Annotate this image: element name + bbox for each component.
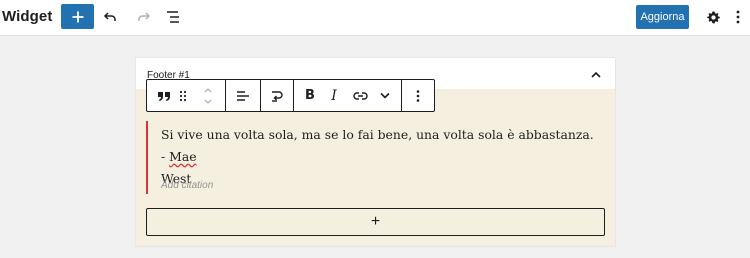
add-block-appender[interactable]: +	[146, 208, 605, 236]
link-button[interactable]	[348, 80, 372, 111]
settings-button[interactable]	[703, 7, 723, 27]
block-options-button[interactable]	[403, 80, 433, 111]
block-toolbar: B I	[146, 79, 435, 112]
quote-text[interactable]: Si vive una volta sola, ma se lo fai ben…	[161, 124, 601, 190]
move-up-down-button[interactable]	[197, 80, 219, 111]
chevron-down-icon	[380, 92, 390, 99]
transform-button[interactable]	[262, 80, 292, 111]
transform-icon	[272, 90, 283, 102]
quote-border	[146, 121, 148, 194]
quote-icon	[158, 91, 170, 101]
more-formatting-button[interactable]	[375, 80, 395, 111]
list-view-icon	[167, 11, 179, 23]
bold-button[interactable]: B	[299, 80, 321, 111]
toolbar-divider	[260, 80, 261, 111]
redo-icon	[138, 12, 151, 21]
italic-button[interactable]: I	[324, 80, 344, 111]
more-options-icon	[416, 89, 420, 102]
redo-button[interactable]	[134, 7, 154, 27]
move-up-down-icon	[204, 87, 212, 104]
undo-button[interactable]	[100, 7, 120, 27]
add-block-button[interactable]	[61, 4, 94, 29]
quote-text-main: Si vive una volta sola, ma se lo fai ben…	[161, 127, 594, 164]
quote-author-first: Mae	[169, 149, 197, 164]
undo-icon	[103, 12, 116, 21]
align-icon	[237, 90, 249, 101]
drag-handle[interactable]	[175, 80, 191, 111]
options-button[interactable]	[728, 7, 748, 27]
chevron-up-icon	[591, 71, 601, 78]
page-title: Widget	[2, 8, 53, 25]
toolbar-divider	[225, 80, 226, 111]
toolbar-divider	[401, 80, 402, 111]
gear-icon	[706, 10, 720, 23]
toolbar-divider	[293, 80, 294, 111]
editor-header: Widget Aggiorna	[0, 0, 750, 36]
collapse-toggle[interactable]	[589, 68, 603, 82]
align-button[interactable]	[227, 80, 259, 111]
citation-placeholder[interactable]: Add citation	[161, 180, 213, 191]
list-view-button[interactable]	[163, 7, 183, 27]
link-icon	[352, 91, 368, 100]
drag-handle-icon	[179, 90, 187, 101]
update-button[interactable]: Aggiorna	[636, 5, 689, 29]
vertical-ellipsis-icon	[736, 10, 740, 24]
plus-icon	[72, 11, 83, 22]
